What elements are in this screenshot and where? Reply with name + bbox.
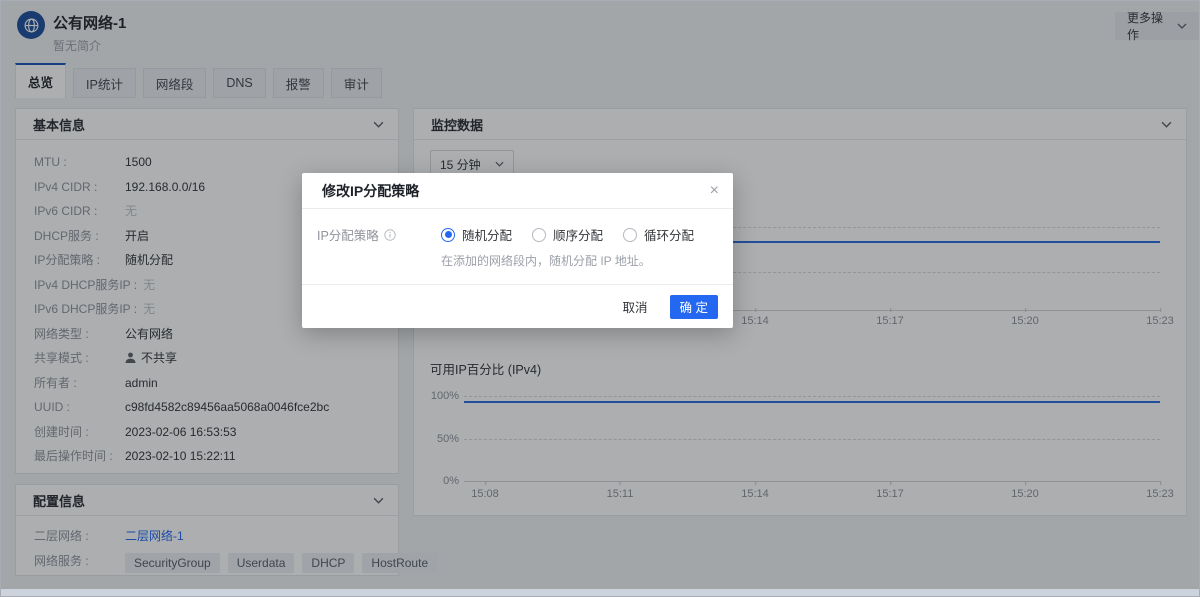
radio-selected-icon [441, 227, 455, 242]
radio-unselected-icon [532, 227, 547, 242]
dialog-header: 修改IP分配策略 × [302, 173, 733, 209]
ip-policy-radio-group: 随机分配 顺序分配 循环分配 [441, 225, 713, 244]
radio-label: 随机分配 [462, 229, 513, 243]
close-icon[interactable]: × [710, 182, 719, 199]
confirm-button[interactable]: 确 定 [669, 294, 718, 319]
ip-policy-field-label: IP分配策略 [317, 225, 441, 244]
radio-label: 顺序分配 [553, 229, 604, 243]
radio-sequential-allocation[interactable]: 顺序分配 [532, 225, 603, 244]
field-label-text: IP分配策略 [317, 229, 379, 243]
dialog-title: 修改IP分配策略 [322, 182, 420, 199]
cancel-button[interactable]: 取消 [623, 297, 648, 316]
edit-ip-policy-dialog: 修改IP分配策略 × IP分配策略 随机分配 顺序分配 循环分配 在添加的网络段… [302, 173, 733, 328]
dialog-footer: 取消 确 定 [302, 284, 733, 328]
radio-random-allocation[interactable]: 随机分配 [441, 225, 512, 244]
ip-policy-help-text: 在添加的网络段内，随机分配 IP 地址。 [441, 254, 651, 268]
radio-label: 循环分配 [644, 229, 695, 243]
radio-round-robin-allocation[interactable]: 循环分配 [623, 225, 694, 244]
info-icon [384, 228, 396, 241]
dialog-body: IP分配策略 随机分配 顺序分配 循环分配 在添加的网络段内，随机分配 IP 地… [302, 209, 733, 269]
radio-unselected-icon [623, 227, 638, 242]
screenshot-root: 公有网络-1 暂无简介 更多操作 总览 IP统计 网络段 DNS 报警 审计 基… [0, 0, 1200, 597]
